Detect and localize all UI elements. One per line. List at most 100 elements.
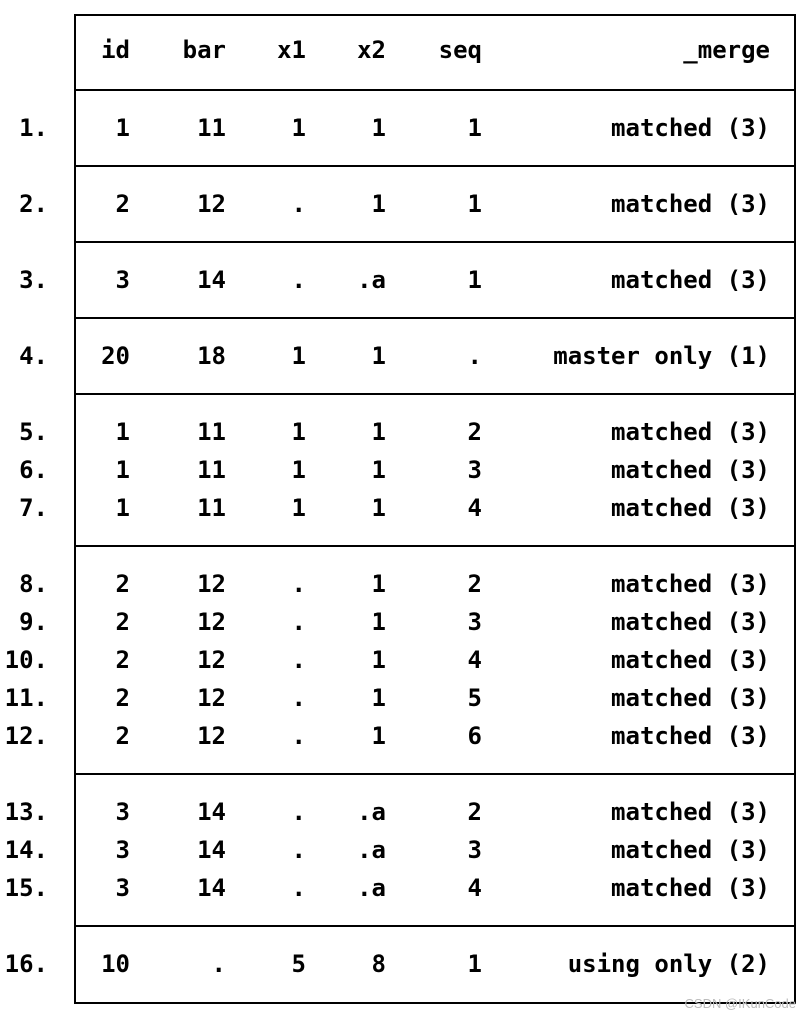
cell-x1: 1 bbox=[291, 342, 306, 370]
cell-merge: matched (3) bbox=[611, 456, 770, 484]
row-number: 6. bbox=[19, 456, 48, 484]
cell-seq: 1 bbox=[467, 950, 482, 978]
row-number: 14. bbox=[4, 836, 48, 864]
cell-merge: matched (3) bbox=[611, 798, 770, 826]
cell-bar: 11 bbox=[197, 114, 226, 142]
cell-id: 1 bbox=[115, 456, 130, 484]
row-number: 13. bbox=[4, 798, 48, 826]
cell-merge: matched (3) bbox=[611, 684, 770, 712]
cell-x2: 1 bbox=[371, 418, 386, 446]
cell-x2: 8 bbox=[371, 950, 386, 978]
watermark: CSDN @IKunCode bbox=[684, 996, 796, 1011]
column-header-seq: seq bbox=[438, 36, 482, 64]
row-separator bbox=[74, 241, 796, 243]
row-number: 9. bbox=[19, 608, 48, 636]
cell-bar: 14 bbox=[197, 874, 226, 902]
column-header-x1: x1 bbox=[277, 36, 306, 64]
cell-x1: 1 bbox=[291, 494, 306, 522]
row-number: 16. bbox=[4, 950, 48, 978]
cell-bar: 18 bbox=[197, 342, 226, 370]
cell-x1: 1 bbox=[291, 418, 306, 446]
cell-x1: 1 bbox=[291, 456, 306, 484]
cell-x1: 1 bbox=[291, 114, 306, 142]
cell-id: 10 bbox=[101, 950, 130, 978]
cell-bar: . bbox=[211, 950, 226, 978]
row-separator bbox=[74, 89, 796, 91]
cell-merge: matched (3) bbox=[611, 190, 770, 218]
cell-bar: 12 bbox=[197, 684, 226, 712]
cell-x2: .a bbox=[357, 266, 386, 294]
cell-bar: 14 bbox=[197, 798, 226, 826]
row-number: 4. bbox=[19, 342, 48, 370]
cell-seq: 4 bbox=[467, 494, 482, 522]
cell-merge: matched (3) bbox=[611, 266, 770, 294]
cell-bar: 14 bbox=[197, 266, 226, 294]
row-number: 8. bbox=[19, 570, 48, 598]
cell-x2: 1 bbox=[371, 494, 386, 522]
cell-seq: 6 bbox=[467, 722, 482, 750]
cell-seq: 5 bbox=[467, 684, 482, 712]
cell-x2: .a bbox=[357, 798, 386, 826]
cell-x1: . bbox=[291, 684, 306, 712]
cell-x2: 1 bbox=[371, 608, 386, 636]
cell-id: 2 bbox=[115, 646, 130, 674]
cell-merge: matched (3) bbox=[611, 722, 770, 750]
cell-seq: 1 bbox=[467, 114, 482, 142]
cell-id: 2 bbox=[115, 608, 130, 636]
cell-x2: .a bbox=[357, 874, 386, 902]
cell-id: 2 bbox=[115, 190, 130, 218]
cell-seq: 2 bbox=[467, 798, 482, 826]
cell-x2: 1 bbox=[371, 114, 386, 142]
cell-id: 3 bbox=[115, 874, 130, 902]
cell-x2: 1 bbox=[371, 646, 386, 674]
cell-seq: 1 bbox=[467, 266, 482, 294]
cell-seq: 2 bbox=[467, 418, 482, 446]
cell-x2: 1 bbox=[371, 190, 386, 218]
cell-seq: 2 bbox=[467, 570, 482, 598]
cell-seq: 4 bbox=[467, 646, 482, 674]
cell-bar: 12 bbox=[197, 722, 226, 750]
row-number: 7. bbox=[19, 494, 48, 522]
row-number: 5. bbox=[19, 418, 48, 446]
cell-x2: 1 bbox=[371, 684, 386, 712]
cell-seq: 1 bbox=[467, 190, 482, 218]
cell-x1: . bbox=[291, 646, 306, 674]
cell-bar: 12 bbox=[197, 190, 226, 218]
cell-id: 3 bbox=[115, 266, 130, 294]
cell-merge: master only (1) bbox=[553, 342, 770, 370]
cell-bar: 12 bbox=[197, 608, 226, 636]
cell-merge: matched (3) bbox=[611, 608, 770, 636]
cell-seq: 3 bbox=[467, 836, 482, 864]
row-number: 12. bbox=[4, 722, 48, 750]
cell-merge: matched (3) bbox=[611, 114, 770, 142]
row-separator bbox=[74, 393, 796, 395]
row-number: 3. bbox=[19, 266, 48, 294]
cell-x1: . bbox=[291, 608, 306, 636]
cell-id: 2 bbox=[115, 684, 130, 712]
cell-id: 20 bbox=[101, 342, 130, 370]
row-number: 1. bbox=[19, 114, 48, 142]
row-separator bbox=[74, 317, 796, 319]
cell-x1: . bbox=[291, 190, 306, 218]
row-number: 10. bbox=[4, 646, 48, 674]
cell-id: 1 bbox=[115, 494, 130, 522]
cell-bar: 12 bbox=[197, 646, 226, 674]
cell-seq: 3 bbox=[467, 608, 482, 636]
cell-merge: matched (3) bbox=[611, 646, 770, 674]
cell-bar: 11 bbox=[197, 418, 226, 446]
cell-x2: .a bbox=[357, 836, 386, 864]
cell-x2: 1 bbox=[371, 342, 386, 370]
cell-merge: matched (3) bbox=[611, 570, 770, 598]
cell-x1: . bbox=[291, 570, 306, 598]
cell-merge: using only (2) bbox=[567, 950, 770, 978]
cell-id: 3 bbox=[115, 798, 130, 826]
cell-x1: . bbox=[291, 266, 306, 294]
cell-merge: matched (3) bbox=[611, 418, 770, 446]
cell-x2: 1 bbox=[371, 456, 386, 484]
cell-x2: 1 bbox=[371, 722, 386, 750]
row-separator bbox=[74, 773, 796, 775]
cell-x1: 5 bbox=[291, 950, 306, 978]
cell-id: 2 bbox=[115, 570, 130, 598]
row-number: 2. bbox=[19, 190, 48, 218]
cell-bar: 11 bbox=[197, 494, 226, 522]
